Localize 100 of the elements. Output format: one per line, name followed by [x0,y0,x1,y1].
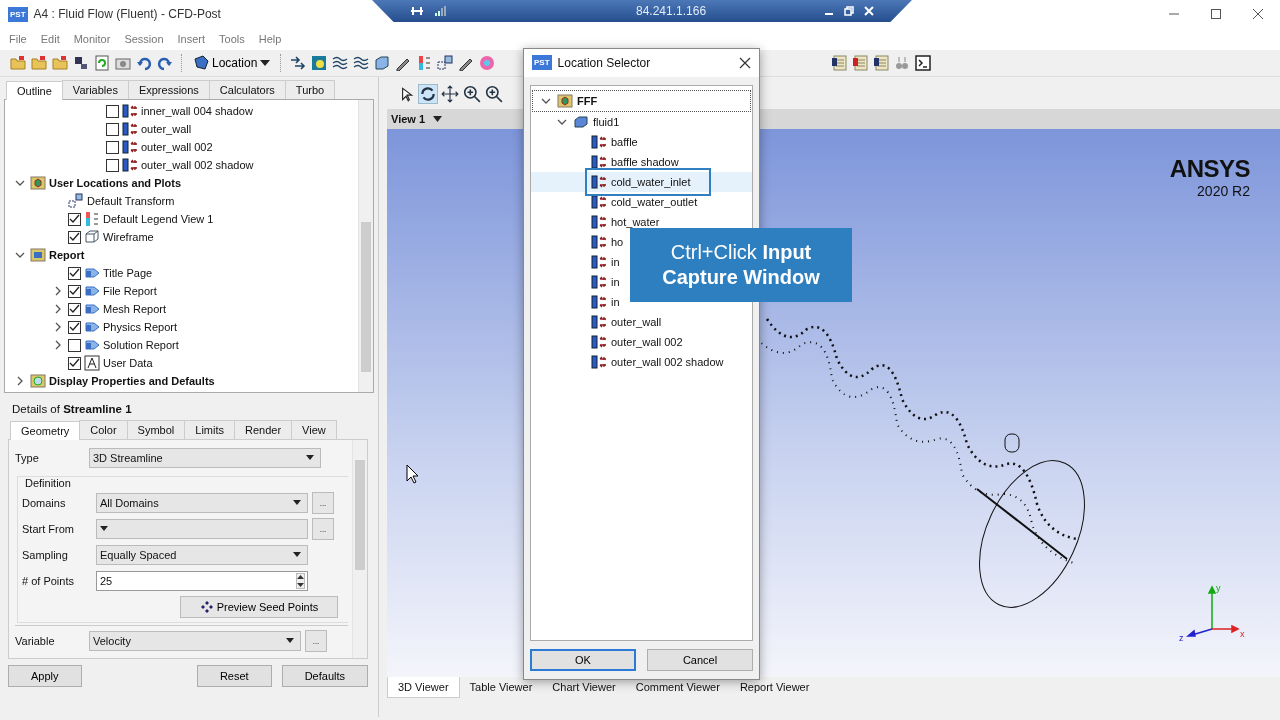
location-item[interactable]: in [611,255,620,268]
location-item[interactable]: outer_wall 002 shadow [611,355,724,368]
view-selector[interactable]: View 1 [391,113,443,125]
function-table-icon[interactable] [831,55,848,71]
camera-icon[interactable] [115,55,131,71]
dropdown-field[interactable]: All Domains [96,493,308,513]
transform-icon[interactable] [437,55,454,71]
collapsed-chevron-icon[interactable] [53,322,63,332]
checkbox[interactable] [68,284,81,298]
dropdown-field[interactable]: Equally Spaced [96,545,308,565]
number-field[interactable]: 25 [96,571,308,591]
menu-item[interactable]: Monitor [73,33,111,45]
location-item[interactable]: hot_water [611,215,660,228]
checkbox[interactable] [106,122,119,136]
tree-item[interactable]: Report [49,249,85,261]
location-item[interactable]: fluid1 [593,115,620,128]
location-item[interactable]: baffle [611,135,638,148]
collapsed-chevron-icon[interactable] [15,376,25,386]
folder-icon[interactable] [31,55,47,71]
dialog-button[interactable]: OK [530,649,636,671]
variable-dropdown[interactable]: Velocity [89,631,301,651]
collapsed-chevron-icon[interactable] [53,304,63,314]
location-item[interactable]: cold_water_outlet [611,195,698,208]
checkbox[interactable] [106,104,119,118]
checkbox[interactable] [106,158,119,172]
location-item[interactable]: in [611,295,620,308]
location-item[interactable]: outer_wall 002 [611,335,683,348]
close-icon[interactable] [739,56,751,69]
redo-icon[interactable] [157,55,173,71]
tree-item[interactable]: Display Properties and Defaults [49,375,215,387]
selected-list-row[interactable]: cold_water_inlet [531,171,752,192]
terminal-icon[interactable] [915,55,932,71]
location-item[interactable]: in [611,275,620,288]
viewer-tab[interactable]: Chart Viewer [542,677,626,697]
tree-item[interactable]: outer_wall 002 shadow [141,159,254,171]
scrollbar[interactable] [358,100,373,392]
viewer-tab[interactable]: Report Viewer [729,677,820,697]
restore-icon[interactable] [844,6,854,16]
streamline-icon[interactable] [353,55,370,71]
tree-item[interactable]: Default Transform [87,195,175,207]
zoom-box-icon[interactable] [463,85,481,103]
close-icon[interactable] [1252,8,1264,20]
menu-item[interactable]: Insert [177,33,206,45]
location-item[interactable]: outer_wall [611,315,662,328]
menu-item[interactable]: Edit [40,33,60,45]
tree-item[interactable]: Solution Report [103,339,179,351]
preview-seed-points-button[interactable]: Preview Seed Points [180,596,338,618]
checkbox[interactable] [68,338,81,352]
location-item[interactable]: cold_water_inlet [611,175,691,188]
folder-icon[interactable] [10,55,26,71]
panel-tab[interactable]: Expressions [127,80,210,99]
location-button[interactable]: Location [191,54,273,72]
tree-item[interactable]: outer_wall 002 [141,141,213,153]
location-item[interactable]: ho [611,235,624,248]
collapsed-chevron-icon[interactable] [53,286,63,296]
details-tab[interactable]: Limits [184,420,235,439]
action-button[interactable]: Defaults [281,665,368,687]
maximize-icon[interactable] [1210,8,1222,20]
action-button[interactable]: Reset [196,665,272,687]
contour-icon[interactable] [311,55,328,71]
checkbox[interactable] [68,266,81,280]
expanded-chevron-icon[interactable] [15,178,25,188]
details-tab[interactable]: Color [79,420,128,439]
pan-icon[interactable] [441,85,459,103]
spinner-arrows-icon[interactable] [297,574,304,588]
expanded-chevron-icon[interactable] [15,250,25,260]
tree-item[interactable]: User Locations and Plots [49,177,182,189]
menu-item[interactable]: Help [258,33,282,45]
table-icon[interactable] [873,55,890,71]
dropdown-field[interactable] [96,519,308,539]
tree-item[interactable]: Wireframe [103,231,154,243]
type-dropdown[interactable]: 3D Streamline [89,448,321,468]
zoom-icon[interactable] [485,85,503,103]
dialog-button[interactable]: Cancel [647,649,753,671]
tree-item[interactable]: File Report [103,285,157,297]
location-item[interactable]: FFF [577,94,598,107]
streamline-icon[interactable] [332,55,349,71]
tree-item[interactable]: Default Legend View 1 [103,213,214,225]
undo-icon[interactable] [136,55,152,71]
color-wheel-icon[interactable] [479,55,496,71]
checkbox[interactable] [68,230,81,244]
checkbox[interactable] [68,212,81,226]
details-tab[interactable]: Render [234,420,293,439]
tree-item[interactable]: Title Page [103,267,153,279]
checkbox[interactable] [68,356,81,370]
details-tab[interactable]: Symbol [126,420,186,439]
location-item[interactable]: baffle shadow [611,155,679,168]
cube-icon[interactable] [374,55,391,71]
panel-tab[interactable]: Turbo [284,80,336,99]
panel-tab[interactable]: Calculators [208,80,286,99]
pin-icon[interactable] [410,5,424,17]
action-button[interactable]: Apply [8,665,82,687]
checkbox[interactable] [106,140,119,154]
checkbox[interactable] [68,320,81,334]
details-tab[interactable]: Geometry [10,421,81,440]
scrollbar[interactable] [352,440,367,658]
checkbox[interactable] [68,302,81,316]
refresh-icon[interactable] [94,55,110,71]
viewer-tab[interactable]: Table Viewer [459,677,543,697]
browse-button[interactable]: ... [312,492,334,514]
